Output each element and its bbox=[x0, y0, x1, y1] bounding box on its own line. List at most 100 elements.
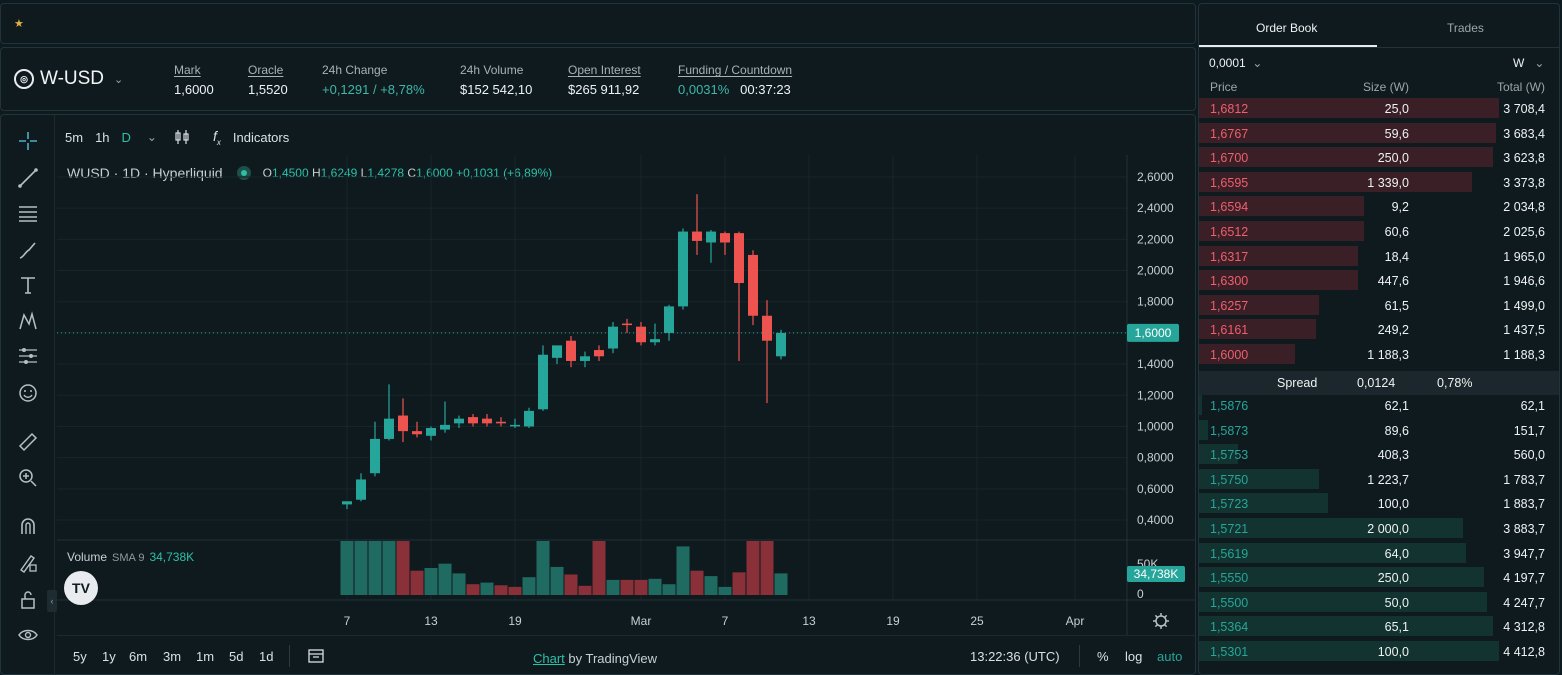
price-chart[interactable]: 2,6000 2,4000 2,2000 2,0000 1,8000 1,6000 1,40… bbox=[57, 155, 1195, 635]
candle-body bbox=[398, 415, 408, 432]
symbol-selector[interactable]: ◎ W-USD ⌄ bbox=[14, 68, 123, 90]
bid-row[interactable]: 1,5723 100,0 1 883,7 bbox=[1199, 493, 1559, 515]
tab-trades[interactable]: Trades bbox=[1447, 21, 1484, 35]
magnet-icon[interactable] bbox=[16, 515, 40, 539]
bid-row[interactable]: 1,5876 62,1 62,1 bbox=[1199, 395, 1559, 417]
volume-bar bbox=[508, 586, 522, 595]
candle-body bbox=[748, 254, 758, 316]
x-tick-label: 13 bbox=[424, 614, 438, 628]
lock-drawing-icon[interactable] bbox=[16, 551, 40, 575]
pattern-icon[interactable] bbox=[16, 309, 40, 333]
ask-row[interactable]: 1,6317 18,4 1 965,0 bbox=[1199, 245, 1559, 268]
bid-row[interactable]: 1,5550 250,0 4 197,7 bbox=[1199, 567, 1559, 589]
volume-bar bbox=[410, 570, 424, 595]
stat-label: Oracle bbox=[248, 63, 284, 77]
ask-row[interactable]: 1,6595 1 339,0 3 373,8 bbox=[1199, 171, 1559, 194]
ask-row[interactable]: 1,6257 61,5 1 499,0 bbox=[1199, 294, 1559, 317]
row-size: 100,0 bbox=[1377, 645, 1409, 659]
row-price: 1,5500 bbox=[1210, 595, 1249, 610]
range-1d[interactable]: 1d bbox=[259, 649, 273, 664]
stat-mark[interactable]: Mark 1,6000 bbox=[174, 63, 214, 97]
emoji-icon[interactable] bbox=[16, 381, 40, 405]
x-tick-label: 25 bbox=[970, 614, 984, 628]
tradingview-logo[interactable]: TV bbox=[64, 571, 98, 605]
y-tick-label: 0,6000 bbox=[1137, 482, 1174, 496]
stat-label: Open Interest bbox=[568, 63, 641, 77]
ask-row[interactable]: 1,6000 1 188,3 1 188,3 bbox=[1199, 344, 1559, 366]
row-size: 18,4 bbox=[1384, 249, 1409, 264]
timeframe-5m[interactable]: 5m bbox=[65, 130, 83, 145]
range-5y[interactable]: 5y bbox=[73, 649, 87, 664]
ask-row[interactable]: 1,6767 59,6 3 683,4 bbox=[1199, 122, 1559, 145]
ruler-icon[interactable] bbox=[16, 430, 40, 454]
row-size: 9,2 bbox=[1391, 200, 1409, 215]
trend-line-icon[interactable] bbox=[16, 166, 40, 190]
brush-icon[interactable] bbox=[16, 238, 40, 262]
bid-row[interactable]: 1,5750 1 223,7 1 783,7 bbox=[1199, 468, 1559, 491]
text-tool-icon[interactable] bbox=[16, 273, 40, 297]
bid-row[interactable]: 1,5619 64,0 3 947,7 bbox=[1199, 542, 1559, 565]
bid-row[interactable]: 1,5873 89,6 151,7 bbox=[1199, 419, 1559, 442]
utc-clock[interactable]: 13:22:36 (UTC) bbox=[970, 649, 1060, 664]
chart-link[interactable]: Chart bbox=[533, 651, 565, 666]
ask-row[interactable]: 1,6161 249,2 1 437,5 bbox=[1199, 319, 1559, 341]
ask-row[interactable]: 1,6594 9,2 2 034,8 bbox=[1199, 196, 1559, 218]
row-total: 1 965,0 bbox=[1503, 249, 1545, 264]
log-toggle[interactable]: log bbox=[1125, 649, 1142, 664]
indicators-button[interactable]: Indicators bbox=[233, 130, 289, 145]
collapse-toolbar-button[interactable]: ‹ bbox=[47, 590, 57, 612]
ask-row[interactable]: 1,6700 250,0 3 623,8 bbox=[1199, 147, 1559, 169]
row-total: 1 499,0 bbox=[1503, 298, 1545, 313]
ask-row[interactable]: 1,6300 447,6 1 946,6 bbox=[1199, 270, 1559, 292]
stat-oracle[interactable]: Oracle 1,5520 bbox=[248, 63, 288, 97]
horizontal-lines-icon[interactable] bbox=[16, 201, 40, 225]
range-1y[interactable]: 1y bbox=[102, 649, 116, 664]
row-total: 1 783,7 bbox=[1503, 472, 1545, 487]
row-price: 1,6000 bbox=[1210, 348, 1249, 362]
bid-row[interactable]: 1,5753 408,3 560,0 bbox=[1199, 444, 1559, 466]
candle-type-icon[interactable] bbox=[173, 128, 191, 146]
candle-body bbox=[650, 339, 660, 343]
timeframe-1h[interactable]: 1h bbox=[95, 130, 109, 145]
tab-order-book[interactable]: Order Book bbox=[1256, 21, 1317, 35]
candle-body bbox=[734, 233, 744, 284]
star-icon[interactable]: ★ bbox=[14, 17, 24, 30]
gear-icon[interactable] bbox=[1155, 615, 1167, 627]
volume-bar bbox=[396, 541, 410, 595]
range-6m[interactable]: 6m bbox=[129, 649, 147, 664]
volume-bar bbox=[466, 584, 480, 595]
percent-toggle[interactable]: % bbox=[1097, 649, 1109, 664]
zoom-in-icon[interactable] bbox=[16, 466, 40, 490]
stat-open-interest[interactable]: Open Interest $265 911,92 bbox=[568, 63, 641, 97]
crosshair-icon[interactable] bbox=[16, 129, 40, 153]
bid-row[interactable]: 1,5500 50,0 4 247,7 bbox=[1199, 591, 1559, 614]
ask-row[interactable]: 1,6812 25,0 3 708,4 bbox=[1199, 98, 1559, 120]
depth-bar bbox=[1199, 419, 1208, 440]
auto-toggle[interactable]: auto bbox=[1157, 649, 1182, 664]
bid-row[interactable]: 1,5301 100,0 4 412,8 bbox=[1199, 641, 1559, 663]
stat-funding[interactable]: Funding / Countdown 0,0031% 00:37:23 bbox=[678, 63, 792, 97]
row-price: 1,5750 bbox=[1210, 472, 1249, 487]
volume-bar bbox=[424, 568, 438, 595]
goto-date-icon[interactable] bbox=[307, 647, 325, 668]
row-size: 1 339,0 bbox=[1367, 175, 1409, 190]
forecast-icon[interactable] bbox=[16, 344, 40, 368]
chevron-down-icon[interactable]: ⌄ bbox=[147, 130, 157, 144]
unit-select[interactable]: W ⌄ bbox=[1513, 56, 1544, 70]
y-tick-label: 2,2000 bbox=[1137, 232, 1174, 246]
eye-icon[interactable] bbox=[16, 623, 40, 647]
timeframe-d[interactable]: D bbox=[122, 130, 131, 145]
bid-row[interactable]: 1,5364 65,1 4 312,8 bbox=[1199, 616, 1559, 638]
range-1m[interactable]: 1m bbox=[196, 649, 214, 664]
range-5d[interactable]: 5d bbox=[229, 649, 243, 664]
ask-row[interactable]: 1,6512 60,6 2 025,6 bbox=[1199, 221, 1559, 243]
tick-size-select[interactable]: 0,0001 ⌄ bbox=[1209, 56, 1262, 70]
candle-body bbox=[384, 418, 394, 439]
candle-body bbox=[706, 231, 716, 243]
row-total: 4 312,8 bbox=[1503, 620, 1545, 635]
chart-credit: Chart by TradingView bbox=[533, 651, 658, 666]
unlock-icon[interactable] bbox=[16, 588, 40, 612]
range-3m[interactable]: 3m bbox=[163, 649, 181, 664]
fx-icon[interactable]: fx bbox=[213, 128, 221, 147]
bid-row[interactable]: 1,5721 2 000,0 3 883,7 bbox=[1199, 518, 1559, 540]
